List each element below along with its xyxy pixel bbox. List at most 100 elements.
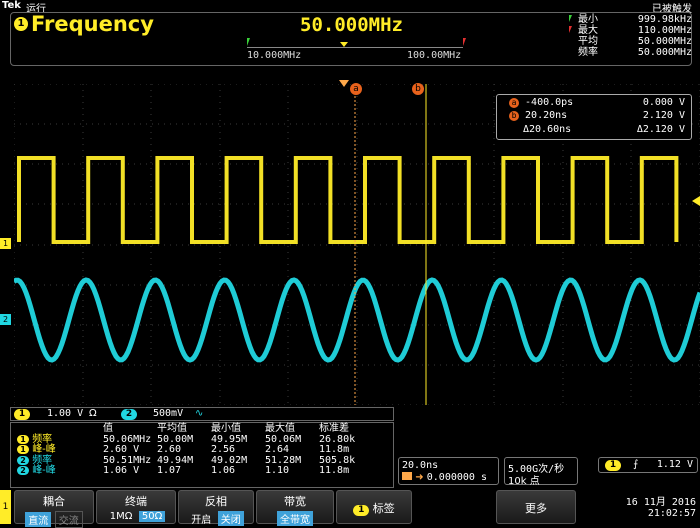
bandwidth-button[interactable]: 带宽 全带宽 (256, 490, 334, 526)
header-mean: 平均值 (157, 423, 187, 434)
stat-value-max: 110.00MHz (637, 25, 692, 36)
measurement-table[interactable]: 值 平均值 最小值 最大值 标准差 1 频率 50.06MHz 50.00M 4… (10, 422, 394, 488)
bandwidth-label: 带宽 (284, 495, 306, 508)
tek-logo: Tek (2, 0, 21, 11)
invert-off-option[interactable]: 关闭 (217, 511, 244, 526)
range-max-marker (463, 38, 466, 46)
table-row[interactable]: 1 频率 50.06MHz 50.00M 49.95M 50.06M 26.80… (15, 433, 371, 446)
cursor-a-time: -400.0ps (525, 97, 574, 108)
cursor-b-icon: b (509, 111, 519, 121)
trigger-panel[interactable]: 1 ⨍ 1.12 V (598, 457, 698, 473)
invert-on-option[interactable]: 开启 (188, 511, 214, 526)
termination-label: 终端 (125, 495, 147, 508)
label-button[interactable]: 1 标签 (336, 490, 412, 524)
row-min: 1.06 (211, 465, 236, 476)
row-mean: 1.07 (157, 465, 182, 476)
channel-1-termination-icon: Ω (89, 408, 97, 419)
record-length: 10k 点 (508, 476, 540, 487)
coupling-label: 耦合 (43, 495, 65, 508)
termination-1m-option[interactable]: 1MΩ (107, 511, 136, 522)
channel-1-level-marker[interactable]: 1 (0, 238, 11, 249)
channel-2-level-marker[interactable]: 2 (0, 314, 11, 325)
range-markers (247, 38, 466, 47)
termination-50-option[interactable]: 50Ω (138, 511, 166, 522)
range-low-label: 10.000MHz (247, 50, 302, 61)
stat-value-min: 999.98kHz (637, 14, 692, 25)
stat-value-mean: 50.000MHz (637, 36, 692, 47)
time: 21:02:57 (647, 508, 696, 519)
channel-1-scale: 1.00 V (47, 408, 84, 419)
trigger-source-chip: 1 (605, 460, 621, 471)
row-std: 11.8m (319, 465, 350, 476)
channel-menu-tab[interactable]: 1 (0, 490, 11, 524)
header-max: 最大值 (265, 423, 295, 434)
stat-label-freq: 频率 (578, 47, 598, 58)
table-row[interactable]: 1 峰-峰 2.60 V 2.60 2.56 2.64 11.8m (15, 444, 371, 456)
stat-label-max: 最大 (578, 25, 598, 36)
channel-2-chip[interactable]: 2 (121, 409, 137, 420)
datetime-display: 16 11月 2016 21:02:57 (622, 497, 696, 519)
trigger-level: 1.12 V (656, 459, 693, 470)
stats-min-max-markers (569, 15, 572, 33)
channel-2-scale: 500mV (153, 408, 184, 419)
row-min: 2.56 (211, 444, 236, 455)
row-channel-chip: 1 (17, 445, 29, 454)
row-name: 频率 (32, 433, 53, 445)
trigger-position-marker (339, 80, 349, 87)
row-name: 峰-峰 (32, 444, 56, 455)
stats-labels: 最小 最大 平均 频率 (578, 14, 598, 58)
timebase-scale: 20.0ns (402, 460, 439, 471)
row-max: 2.64 (265, 444, 290, 455)
header-value: 值 (103, 423, 113, 434)
invert-button[interactable]: 反相 开启 关闭 (178, 490, 254, 526)
row-max: 1.10 (265, 465, 290, 476)
channel-1-waveform (17, 156, 679, 244)
stat-label-mean: 平均 (578, 36, 598, 47)
channel-scale-bar[interactable]: 1 1.00 V Ω 2 500mV ∿ (10, 407, 394, 421)
stats-values: 999.98kHz 110.00MHz 50.000MHz 50.000MHz (620, 14, 692, 58)
header-std: 标准差 (319, 423, 349, 434)
termination-button[interactable]: 终端 1MΩ 50Ω (96, 490, 176, 524)
range-high-label: 100.00MHz (407, 50, 462, 61)
table-row[interactable]: 2 频率 50.51MHz 49.94M 49.02M 51.28M 505.8… (15, 454, 371, 467)
cursor-b-volt: 2.120 V (642, 110, 685, 121)
row-std: 11.8m (319, 444, 350, 455)
coupling-ac-option[interactable]: 交流 (54, 511, 83, 528)
invert-label: 反相 (205, 495, 227, 508)
row-name: 频率 (32, 454, 53, 466)
row-value: 2.60 V (103, 444, 140, 455)
channel-1-chip[interactable]: 1 (14, 409, 30, 420)
cursor-delta-volt: Δ2.120 V (636, 124, 685, 135)
stat-label-min: 最小 (578, 14, 598, 25)
measurement-header-row: 值 平均值 最小值 最大值 标准差 (15, 423, 371, 435)
coupling-button[interactable]: 耦合 直流 交流 (14, 490, 94, 528)
measurement-title: Frequency (31, 12, 154, 36)
label-channel-chip: 1 (353, 505, 370, 516)
trigger-position-icon (402, 472, 412, 480)
range-min-marker (247, 38, 250, 46)
row-channel-chip: 2 (17, 455, 29, 465)
cursor-delta-time: Δ20.60ns (523, 124, 572, 135)
date: 16 11月 2016 (625, 497, 696, 508)
cursor-a-marker[interactable]: a (350, 83, 362, 95)
more-button[interactable]: 更多 (496, 490, 576, 524)
row-channel-chip: 2 (17, 466, 29, 475)
stat-value-freq: 50.000MHz (637, 47, 692, 58)
range-current-marker (340, 42, 348, 47)
trigger-slope-icon: ⨍ (633, 459, 639, 470)
timebase-position: 0.000000 s (426, 472, 487, 483)
row-channel-chip: 1 (17, 434, 29, 444)
table-row[interactable]: 2 峰-峰 1.06 V 1.07 1.06 1.10 11.8m (15, 465, 371, 477)
cursor-readout[interactable]: a -400.0ps 0.000 V b 20.20ns 2.120 V Δ20… (496, 94, 692, 140)
trigger-level-marker (692, 196, 700, 206)
timebase-panel[interactable]: 20.0ns ➜ 0.000000 s (398, 457, 499, 485)
channel-1-badge: 1 (14, 17, 28, 31)
header-min: 最小值 (211, 423, 241, 434)
bandwidth-value: 全带宽 (277, 511, 313, 526)
label-text: 标签 (372, 502, 395, 515)
more-label: 更多 (525, 502, 547, 515)
acquisition-panel[interactable]: 5.00G次/秒 10k 点 (504, 457, 578, 487)
cursor-b-marker[interactable]: b (412, 83, 424, 95)
channel-2-coupling-icon: ∿ (195, 408, 204, 419)
cursor-b-time: 20.20ns (525, 110, 568, 121)
